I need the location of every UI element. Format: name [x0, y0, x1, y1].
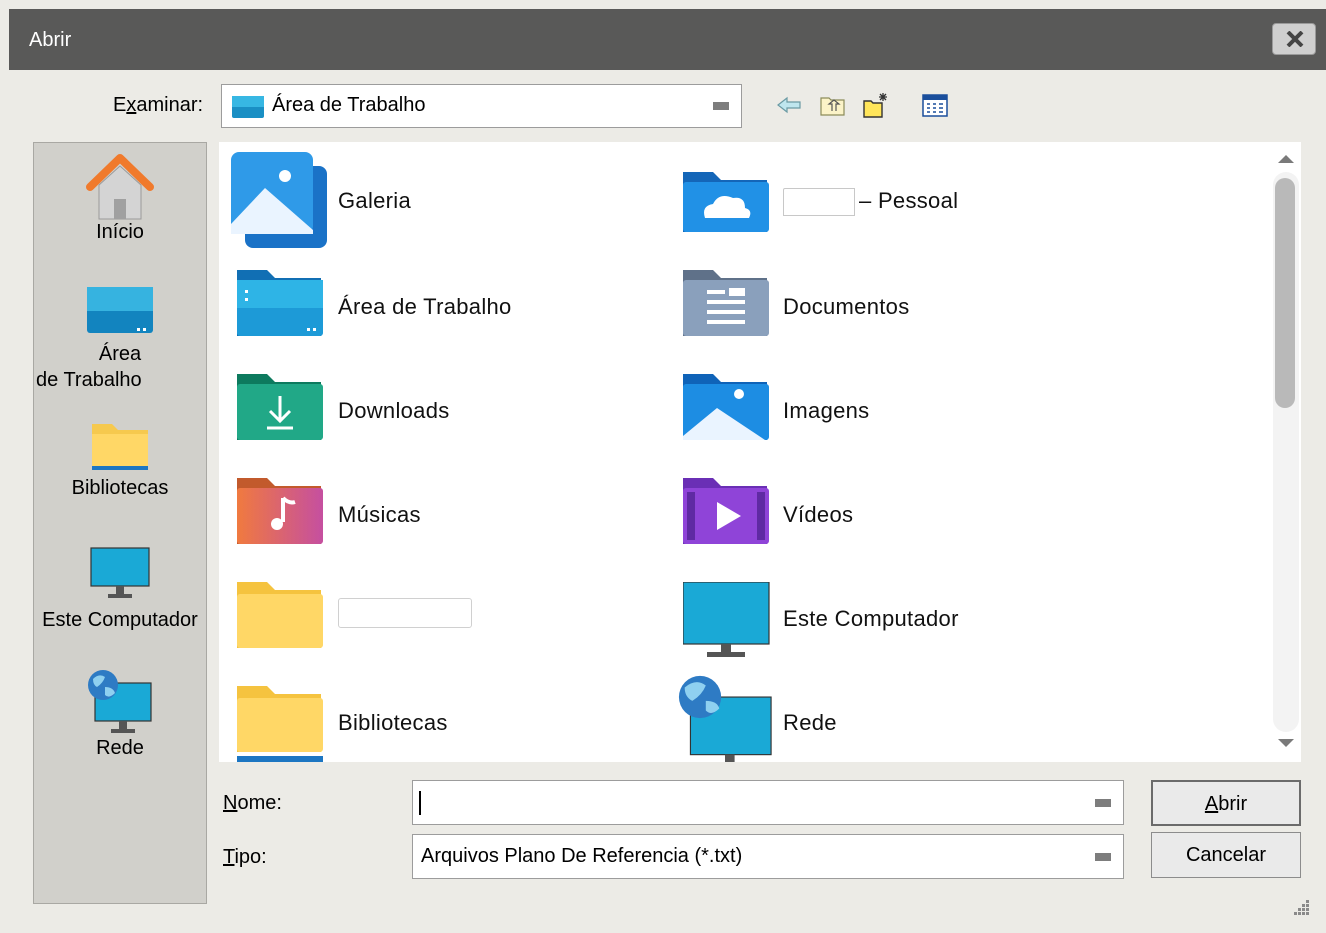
gallery-icon: [231, 152, 327, 248]
vertical-scrollbar[interactable]: [1271, 142, 1301, 762]
monitor-icon: [90, 547, 150, 598]
place-desktop[interactable]: Área de Trabalho: [34, 285, 206, 393]
downloads-folder-icon: [237, 374, 323, 440]
close-icon: [1286, 31, 1304, 47]
desktop-icon: [232, 96, 264, 118]
view-menu-icon[interactable]: [921, 91, 949, 119]
network-icon: [88, 670, 152, 733]
videos-folder-icon: [683, 478, 769, 544]
back-arrow-icon[interactable]: [776, 91, 804, 119]
new-folder-icon[interactable]: [862, 91, 890, 119]
music-folder-icon: [237, 478, 323, 544]
folder-icon: [92, 424, 148, 470]
place-libraries[interactable]: Bibliotecas: [34, 419, 206, 500]
dropdown-arrow-icon[interactable]: [713, 102, 729, 110]
place-home[interactable]: Início: [34, 149, 206, 244]
open-dialog: Abrir Examinar: Área de Trabalho Início …: [0, 0, 1326, 933]
home-icon: [86, 154, 154, 220]
places-bar: Início Área de Trabalho Bibliotecas Este…: [33, 142, 207, 904]
onedrive-folder-icon: [683, 172, 769, 232]
documents-folder-icon: [683, 270, 769, 336]
monitor-icon: [683, 582, 770, 657]
place-this-pc[interactable]: Este Computador: [34, 547, 206, 632]
cancel-button[interactable]: Cancelar: [1151, 832, 1301, 878]
lookin-value: Área de Trabalho: [272, 94, 426, 116]
filename-input[interactable]: [412, 780, 1124, 825]
file-list[interactable]: Galeria – Pessoal Área de Trabalho Docum…: [219, 142, 1271, 762]
folder-icon: [237, 582, 323, 648]
network-icon: [678, 675, 772, 762]
filename-label: Nome:: [223, 792, 282, 814]
pictures-folder-icon: [683, 374, 769, 440]
redacted-label: – Pessoal: [783, 188, 958, 217]
scroll-thumb[interactable]: [1275, 178, 1295, 408]
desktop-icon: [87, 287, 153, 333]
up-folder-icon[interactable]: [819, 91, 847, 119]
place-network[interactable]: Rede: [34, 669, 206, 760]
desktop-folder-icon: [237, 270, 323, 336]
window-title: Abrir: [29, 29, 72, 51]
title-bar[interactable]: Abrir: [9, 9, 1326, 70]
dropdown-arrow-icon[interactable]: [1095, 852, 1111, 861]
redacted-label: [338, 598, 472, 634]
resize-grip-icon[interactable]: [1290, 896, 1312, 918]
text-caret: [419, 791, 421, 815]
folder-icon: [237, 686, 323, 762]
lookin-label: Examinar:: [113, 94, 204, 116]
scroll-up-arrow-icon[interactable]: [1276, 152, 1296, 164]
filetype-select[interactable]: Arquivos Plano De Referencia (*.txt): [412, 834, 1124, 879]
dropdown-arrow-icon[interactable]: [1095, 798, 1111, 807]
close-button[interactable]: [1272, 23, 1316, 55]
open-button[interactable]: Abrir: [1151, 780, 1301, 826]
filetype-label: Tipo:: [223, 846, 267, 868]
scroll-down-arrow-icon[interactable]: [1276, 738, 1296, 750]
lookin-combo[interactable]: Área de Trabalho: [221, 84, 742, 128]
